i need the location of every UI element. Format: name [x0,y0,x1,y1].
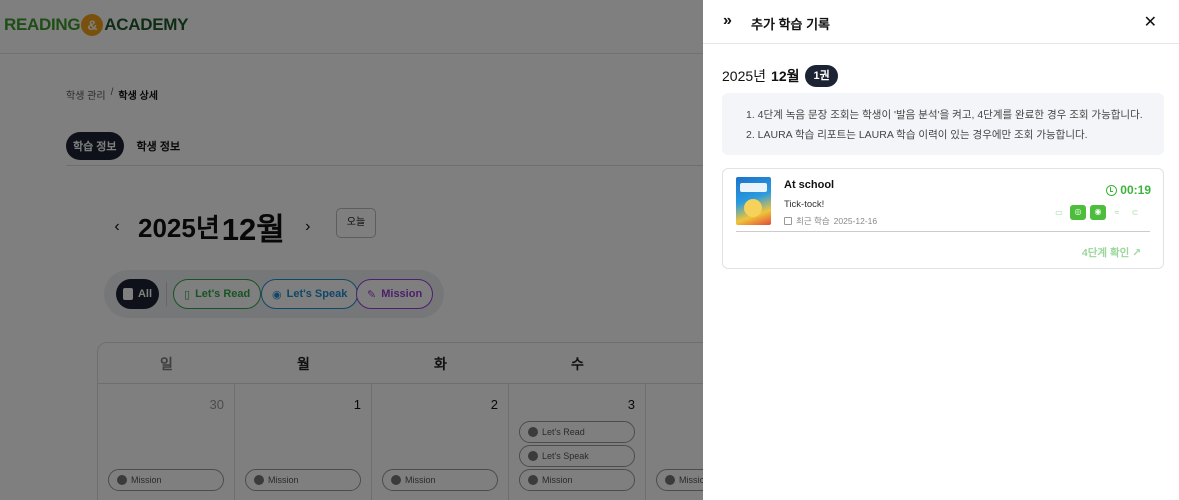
recent-study-date: 2025-12-16 [833,216,878,226]
close-icon[interactable]: ✕ [1144,12,1157,32]
step-2-icon: ◎ [1070,205,1086,220]
book-subtitle: Tick-tock! [784,199,825,210]
step-icons: ▭ ◎ ◉ ≈ ⊂ [1052,205,1142,220]
step-4-icon: ≈ [1114,207,1120,217]
notice-box: 1. 4단계 녹음 문장 조회는 학생이 '발음 분석'을 켜고, 4단계를 완… [722,93,1164,155]
study-time: 00:19 [1106,183,1151,197]
step-1-icon: ▭ [1055,207,1063,217]
period-month: 12월 [771,68,800,84]
book-cover [736,177,771,225]
notice-line-1: 1. 4단계 녹음 문장 조회는 학생이 '발음 분석'을 켜고, 4단계를 완… [746,109,1143,121]
book-count-badge: 1권 [805,65,838,87]
step-5-icon: ⊂ [1131,207,1139,217]
step4-confirm-link[interactable]: 4단계 확인 ↗ [1082,245,1141,260]
card-divider [736,231,1150,232]
panel-title: 추가 학습 기록 [751,17,830,32]
notice-line-2: 2. LAURA 학습 리포트는 LAURA 학습 이력이 있는 경우에만 조회… [746,129,1088,141]
period-year: 2025년 [722,68,767,84]
expand-icon[interactable]: » [723,12,732,30]
book-title: At school [784,179,835,191]
modal-overlay[interactable] [0,0,703,500]
book-card[interactable]: At school Tick-tock! 최근 학습 2025-12-16 00… [722,168,1164,269]
calendar-icon [784,217,792,225]
panel-header: » 추가 학습 기록 ✕ [703,0,1179,44]
side-panel: » 추가 학습 기록 ✕ 2025년 12월 1권 1. 4단계 녹음 문장 조… [703,0,1179,500]
recent-study-label: 최근 학습 [796,216,830,226]
period-header: 2025년 12월 1권 [722,65,838,87]
clock-icon [1106,184,1118,196]
study-time-value: 00:19 [1120,183,1151,197]
step-3-icon: ◉ [1090,205,1106,220]
recent-study: 최근 학습 2025-12-16 [784,215,877,227]
